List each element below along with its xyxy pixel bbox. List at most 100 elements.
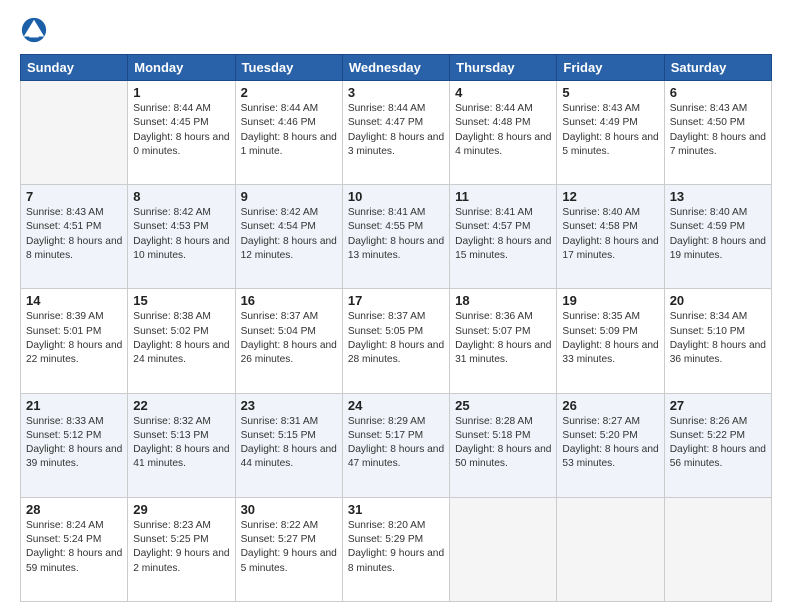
day-info: Sunrise: 8:20 AM Sunset: 5:29 PM Dayligh… xyxy=(348,519,444,576)
day-info: Sunrise: 8:37 AM Sunset: 5:04 PM Dayligh… xyxy=(241,310,337,367)
day-number: 23 xyxy=(241,398,337,413)
day-number: 17 xyxy=(348,293,444,308)
weekday-header-sunday: Sunday xyxy=(21,55,128,81)
day-info: Sunrise: 8:24 AM Sunset: 5:24 PM Dayligh… xyxy=(26,519,122,576)
day-number: 9 xyxy=(241,189,337,204)
weekday-header-wednesday: Wednesday xyxy=(342,55,449,81)
day-number: 21 xyxy=(26,398,122,413)
calendar-cell xyxy=(21,81,128,185)
logo xyxy=(20,16,54,44)
calendar-cell: 2 Sunrise: 8:44 AM Sunset: 4:46 PM Daylig… xyxy=(235,81,342,185)
calendar-cell: 15 Sunrise: 8:38 AM Sunset: 5:02 PM Dayli… xyxy=(128,289,235,393)
day-number: 12 xyxy=(562,189,658,204)
calendar-cell: 23 Sunrise: 8:31 AM Sunset: 5:15 PM Dayli… xyxy=(235,393,342,497)
day-number: 28 xyxy=(26,502,122,517)
day-number: 11 xyxy=(455,189,551,204)
day-number: 15 xyxy=(133,293,229,308)
calendar-cell: 28 Sunrise: 8:24 AM Sunset: 5:24 PM Dayli… xyxy=(21,497,128,601)
day-info: Sunrise: 8:41 AM Sunset: 4:55 PM Dayligh… xyxy=(348,206,444,263)
day-info: Sunrise: 8:44 AM Sunset: 4:48 PM Dayligh… xyxy=(455,102,551,159)
day-info: Sunrise: 8:34 AM Sunset: 5:10 PM Dayligh… xyxy=(670,310,766,367)
week-row-4: 21 Sunrise: 8:33 AM Sunset: 5:12 PM Dayli… xyxy=(21,393,772,497)
day-info: Sunrise: 8:22 AM Sunset: 5:27 PM Dayligh… xyxy=(241,519,337,576)
calendar-cell: 22 Sunrise: 8:32 AM Sunset: 5:13 PM Dayli… xyxy=(128,393,235,497)
day-number: 24 xyxy=(348,398,444,413)
calendar-cell: 18 Sunrise: 8:36 AM Sunset: 5:07 PM Dayli… xyxy=(450,289,557,393)
day-info: Sunrise: 8:39 AM Sunset: 5:01 PM Dayligh… xyxy=(26,310,122,367)
calendar-cell: 30 Sunrise: 8:22 AM Sunset: 5:27 PM Dayli… xyxy=(235,497,342,601)
day-info: Sunrise: 8:38 AM Sunset: 5:02 PM Dayligh… xyxy=(133,310,229,367)
weekday-header-thursday: Thursday xyxy=(450,55,557,81)
day-info: Sunrise: 8:36 AM Sunset: 5:07 PM Dayligh… xyxy=(455,310,551,367)
day-number: 16 xyxy=(241,293,337,308)
day-info: Sunrise: 8:26 AM Sunset: 5:22 PM Dayligh… xyxy=(670,415,766,472)
day-number: 5 xyxy=(562,85,658,100)
calendar-cell: 24 Sunrise: 8:29 AM Sunset: 5:17 PM Dayli… xyxy=(342,393,449,497)
calendar-cell: 13 Sunrise: 8:40 AM Sunset: 4:59 PM Dayli… xyxy=(664,185,771,289)
day-number: 27 xyxy=(670,398,766,413)
calendar-cell: 9Sunrise: 8:42 AM Sunset: 4:54 PM Daylig… xyxy=(235,185,342,289)
day-info: Sunrise: 8:23 AM Sunset: 5:25 PM Dayligh… xyxy=(133,519,229,576)
weekday-header-tuesday: Tuesday xyxy=(235,55,342,81)
day-number: 1 xyxy=(133,85,229,100)
day-info: Sunrise: 8:32 AM Sunset: 5:13 PM Dayligh… xyxy=(133,415,229,472)
calendar-cell: 25Sunrise: 8:28 AM Sunset: 5:18 PM Dayli… xyxy=(450,393,557,497)
week-row-2: 7 Sunrise: 8:43 AM Sunset: 4:51 PM Daylig… xyxy=(21,185,772,289)
day-info: Sunrise: 8:43 AM Sunset: 4:50 PM Dayligh… xyxy=(670,102,766,159)
day-info: Sunrise: 8:43 AM Sunset: 4:49 PM Dayligh… xyxy=(562,102,658,159)
calendar-cell: 21 Sunrise: 8:33 AM Sunset: 5:12 PM Dayli… xyxy=(21,393,128,497)
day-number: 3 xyxy=(348,85,444,100)
calendar-cell: 16 Sunrise: 8:37 AM Sunset: 5:04 PM Dayli… xyxy=(235,289,342,393)
day-info: Sunrise: 8:40 AM Sunset: 4:58 PM Dayligh… xyxy=(562,206,658,263)
logo-icon xyxy=(20,16,48,44)
day-info: Sunrise: 8:28 AM Sunset: 5:18 PM Dayligh… xyxy=(455,415,551,472)
calendar-cell: 26Sunrise: 8:27 AM Sunset: 5:20 PM Dayli… xyxy=(557,393,664,497)
calendar-cell: 8Sunrise: 8:42 AM Sunset: 4:53 PM Daylig… xyxy=(128,185,235,289)
calendar-cell: 31Sunrise: 8:20 AM Sunset: 5:29 PM Dayli… xyxy=(342,497,449,601)
day-info: Sunrise: 8:44 AM Sunset: 4:45 PM Dayligh… xyxy=(133,102,229,159)
day-number: 29 xyxy=(133,502,229,517)
calendar-cell: 10Sunrise: 8:41 AM Sunset: 4:55 PM Dayli… xyxy=(342,185,449,289)
day-number: 30 xyxy=(241,502,337,517)
day-number: 4 xyxy=(455,85,551,100)
calendar-cell xyxy=(450,497,557,601)
day-info: Sunrise: 8:35 AM Sunset: 5:09 PM Dayligh… xyxy=(562,310,658,367)
calendar-cell: 20Sunrise: 8:34 AM Sunset: 5:10 PM Dayli… xyxy=(664,289,771,393)
week-row-1: 1 Sunrise: 8:44 AM Sunset: 4:45 PM Daylig… xyxy=(21,81,772,185)
calendar-cell: 5 Sunrise: 8:43 AM Sunset: 4:49 PM Daylig… xyxy=(557,81,664,185)
calendar-cell: 27 Sunrise: 8:26 AM Sunset: 5:22 PM Dayli… xyxy=(664,393,771,497)
day-number: 2 xyxy=(241,85,337,100)
day-number: 14 xyxy=(26,293,122,308)
day-info: Sunrise: 8:29 AM Sunset: 5:17 PM Dayligh… xyxy=(348,415,444,472)
header xyxy=(20,16,772,44)
calendar-cell xyxy=(557,497,664,601)
weekday-header-friday: Friday xyxy=(557,55,664,81)
calendar-cell: 11 Sunrise: 8:41 AM Sunset: 4:57 PM Dayli… xyxy=(450,185,557,289)
calendar-cell: 14 Sunrise: 8:39 AM Sunset: 5:01 PM Dayli… xyxy=(21,289,128,393)
weekday-header-saturday: Saturday xyxy=(664,55,771,81)
day-info: Sunrise: 8:31 AM Sunset: 5:15 PM Dayligh… xyxy=(241,415,337,472)
week-row-5: 28 Sunrise: 8:24 AM Sunset: 5:24 PM Dayli… xyxy=(21,497,772,601)
day-info: Sunrise: 8:43 AM Sunset: 4:51 PM Dayligh… xyxy=(26,206,122,263)
calendar-cell: 7 Sunrise: 8:43 AM Sunset: 4:51 PM Daylig… xyxy=(21,185,128,289)
day-number: 7 xyxy=(26,189,122,204)
calendar-cell: 19 Sunrise: 8:35 AM Sunset: 5:09 PM Dayli… xyxy=(557,289,664,393)
weekday-header-row: SundayMondayTuesdayWednesdayThursdayFrid… xyxy=(21,55,772,81)
day-info: Sunrise: 8:42 AM Sunset: 4:53 PM Dayligh… xyxy=(133,206,229,263)
day-info: Sunrise: 8:37 AM Sunset: 5:05 PM Dayligh… xyxy=(348,310,444,367)
calendar-table: SundayMondayTuesdayWednesdayThursdayFrid… xyxy=(20,54,772,602)
day-number: 26 xyxy=(562,398,658,413)
day-info: Sunrise: 8:41 AM Sunset: 4:57 PM Dayligh… xyxy=(455,206,551,263)
day-info: Sunrise: 8:40 AM Sunset: 4:59 PM Dayligh… xyxy=(670,206,766,263)
calendar-page: SundayMondayTuesdayWednesdayThursdayFrid… xyxy=(0,0,792,612)
calendar-cell: 4 Sunrise: 8:44 AM Sunset: 4:48 PM Daylig… xyxy=(450,81,557,185)
calendar-cell: 3Sunrise: 8:44 AM Sunset: 4:47 PM Daylig… xyxy=(342,81,449,185)
day-number: 18 xyxy=(455,293,551,308)
calendar-cell: 12 Sunrise: 8:40 AM Sunset: 4:58 PM Dayli… xyxy=(557,185,664,289)
day-number: 22 xyxy=(133,398,229,413)
day-number: 13 xyxy=(670,189,766,204)
day-number: 19 xyxy=(562,293,658,308)
day-info: Sunrise: 8:44 AM Sunset: 4:46 PM Dayligh… xyxy=(241,102,337,159)
calendar-cell: 17 Sunrise: 8:37 AM Sunset: 5:05 PM Dayli… xyxy=(342,289,449,393)
day-info: Sunrise: 8:33 AM Sunset: 5:12 PM Dayligh… xyxy=(26,415,122,472)
